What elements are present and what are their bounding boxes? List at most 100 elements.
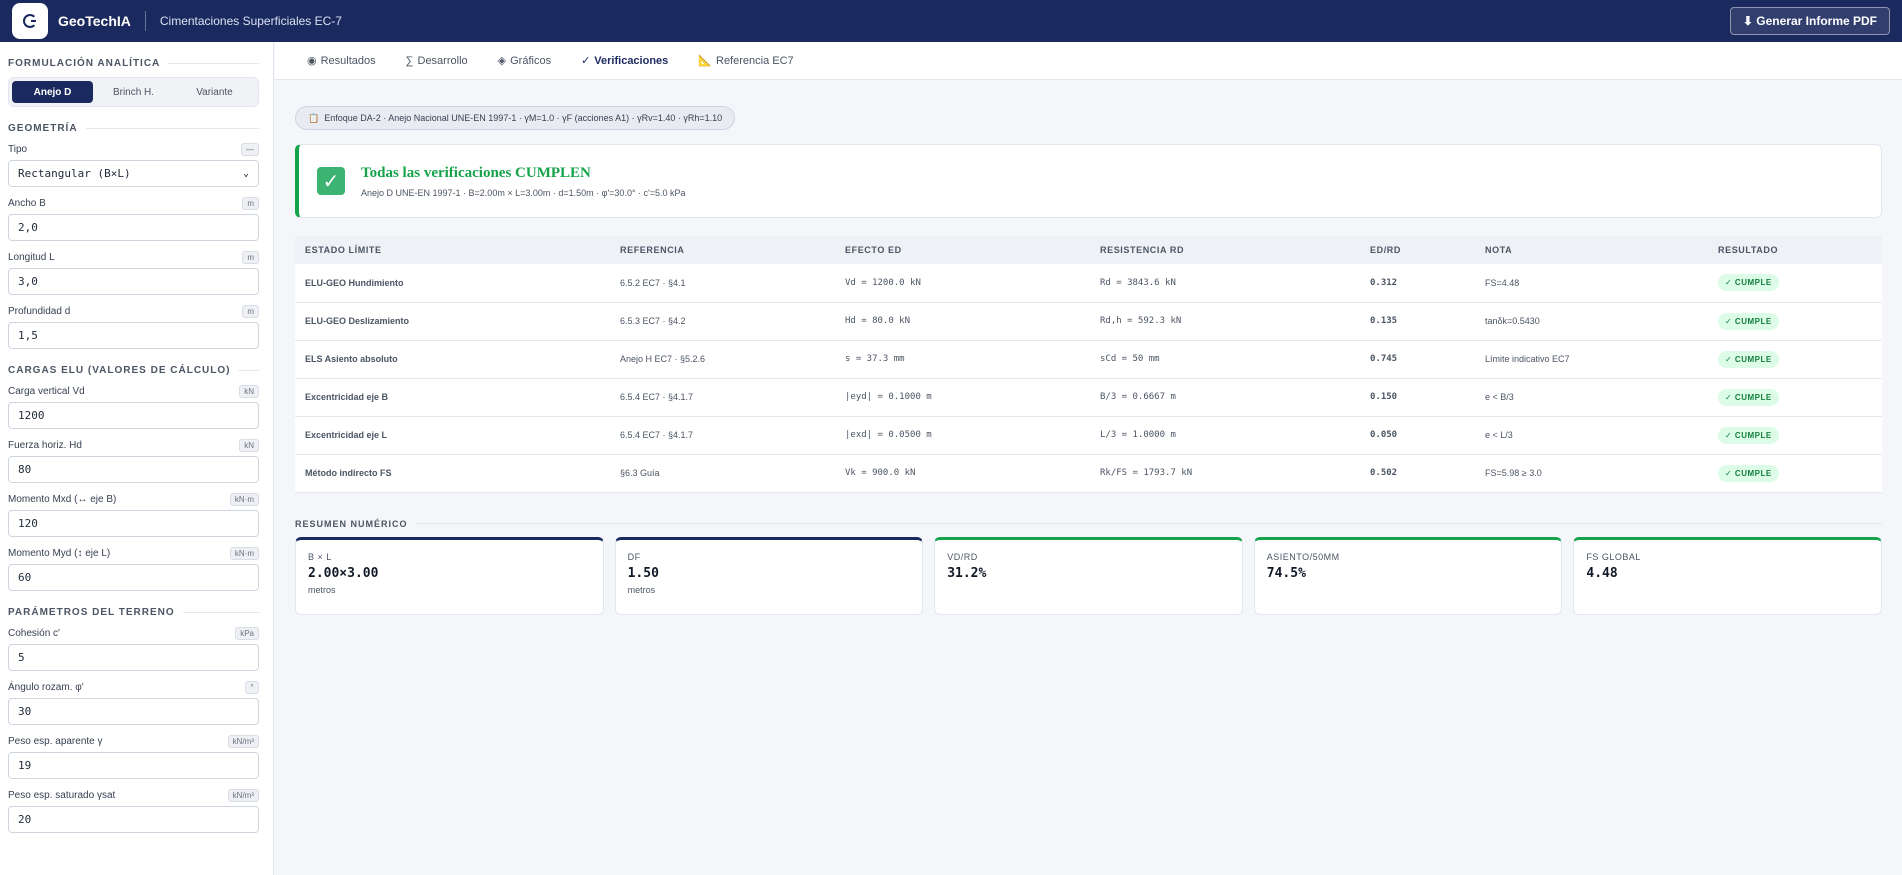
status-badge: ✓ CUMPLE [1718, 350, 1779, 368]
peso-saturado-input[interactable]: 20 [8, 806, 259, 833]
tab-desarrollo-label: Desarrollo [417, 54, 468, 67]
col-resistencia-rd: RESISTENCIA RD [1090, 236, 1360, 264]
row-estado: Excentricidad eje B [295, 378, 610, 417]
card-value: 2.00×3.00 [308, 565, 379, 581]
tipo-label-text: Tipo [8, 143, 28, 155]
row-estado: ELU-GEO Deslizamiento [295, 302, 610, 341]
tab-resultados-label: Resultados [320, 54, 376, 67]
card-value: 1.50 [627, 565, 659, 581]
verification-table: ESTADO LÍMITE REFERENCIA EFECTO ED RESIS… [295, 236, 1882, 493]
peso-saturado-unit-badge: kN/m³ [227, 788, 259, 802]
angulo-input[interactable]: 30 [8, 698, 259, 725]
row-resistencia: sCd = 50 mm [1090, 340, 1360, 379]
mxd-input[interactable]: 120 [8, 510, 259, 537]
diamond-icon: ◈ [497, 55, 507, 67]
hd-unit-badge: kN [239, 438, 259, 452]
sigma-icon: ∑ [405, 54, 414, 67]
row-resultado-cell: ✓ CUMPLE [1708, 454, 1882, 493]
section-title-geometria: GEOMETRÍA [8, 123, 259, 134]
card-value: 4.48 [1586, 565, 1618, 581]
clipboard-icon: 📋 [308, 112, 320, 123]
col-resultado: RESULTADO [1708, 236, 1882, 264]
longitud-input[interactable]: 3,0 [8, 268, 259, 295]
formulation-option-brinch-h[interactable]: Brinch H. [93, 81, 174, 103]
verification-summary-banner: ✓ Todas las verificaciones CUMPLEN Anejo… [295, 144, 1882, 218]
generate-pdf-button[interactable]: ⬇ Generar Informe PDF [1729, 7, 1890, 35]
vd-unit-badge: kN [239, 384, 259, 398]
card-label: FS Global [1586, 551, 1641, 562]
card-label: Vd/Rd [947, 551, 978, 562]
vd-input[interactable]: 1200 [8, 402, 259, 429]
myd-label: Momento Myd (↕ eje L) kN·m [8, 546, 259, 560]
peso-aparente-label-text: Peso esp. aparente γ [8, 735, 103, 747]
summary-card-vd-rd: Vd/Rd 31.2% [934, 536, 1243, 615]
summary-card-bxl: B × L 2.00×3.00 metros [295, 536, 604, 615]
row-nota: Límite indicativo EC7 [1475, 340, 1708, 379]
row-referencia: 6.5.2 EC7 · §4.1 [610, 264, 835, 303]
tab-desarrollo[interactable]: ∑ Desarrollo [406, 42, 468, 79]
row-resistencia: B/3 = 0.6667 m [1090, 378, 1360, 417]
cohesion-input[interactable]: 5 [8, 644, 259, 671]
tab-verificaciones[interactable]: ✓ Verificaciones [581, 42, 668, 79]
mxd-label: Momento Mxd (↔ eje B) kN·m [8, 492, 259, 506]
profundidad-label: Profundidad d m [8, 304, 259, 318]
row-estado: ELS Asiento absoluto [295, 340, 610, 379]
ancho-unit-badge: m [242, 196, 259, 210]
tab-resultados[interactable]: ◉ Resultados [307, 42, 376, 79]
row-efecto: s = 37.3 mm [835, 340, 1090, 379]
row-referencia: Anejo H EC7 · §5.2.6 [610, 340, 835, 379]
vd-label: Carga vertical Vd kN [8, 384, 259, 398]
row-efecto: |eyd| = 0.1000 m [835, 378, 1090, 417]
tipo-select[interactable]: Rectangular (B×L) ⌄ [8, 160, 259, 187]
verificaciones-content: 📋 Enfoque DA-2 · Anejo Nacional UNE-EN 19… [295, 106, 1882, 615]
row-nota: tanδk=0.5430 [1475, 302, 1708, 341]
table-header-row: ESTADO LÍMITE REFERENCIA EFECTO ED RESIS… [295, 236, 1882, 264]
status-badge: ✓ CUMPLE [1718, 312, 1779, 330]
hd-input[interactable]: 80 [8, 456, 259, 483]
angulo-unit-badge: ° [245, 680, 259, 694]
ruler-icon: 📐 [698, 55, 712, 67]
logo-icon [23, 14, 37, 28]
myd-input[interactable]: 60 [8, 564, 259, 591]
hd-label-text: Fuerza horiz. Hd [8, 439, 82, 451]
col-referencia: REFERENCIA [610, 236, 835, 264]
formulation-option-anejo-d[interactable]: Anejo D [12, 81, 93, 103]
chevron-down-icon: ⌄ [242, 168, 249, 179]
row-nota: FS=4.48 [1475, 264, 1708, 303]
peso-aparente-input[interactable]: 19 [8, 752, 259, 779]
col-ed-rd: ED/RD [1360, 236, 1475, 264]
row-resultado-cell: ✓ CUMPLE [1708, 378, 1882, 417]
table-row: ELU-GEO Hundimiento 6.5.2 EC7 · §4.1 Vd … [295, 264, 1882, 303]
row-ratio: 0.150 [1360, 378, 1475, 417]
vd-label-text: Carga vertical Vd [8, 385, 85, 397]
tab-referencia-ec7[interactable]: 📐 Referencia EC7 [698, 42, 793, 79]
row-referencia: §6.3 Guía [610, 454, 835, 493]
row-estado: Método indirecto FS [295, 454, 610, 493]
ancho-input[interactable]: 2,0 [8, 214, 259, 241]
card-label: B × L [308, 551, 332, 562]
tab-graficos-label: Gráficos [510, 54, 552, 67]
mxd-unit-badge: kN·m [229, 492, 259, 506]
app-subtitle: Cimentaciones Superficiales EC-7 [159, 14, 342, 28]
profundidad-input[interactable]: 1,5 [8, 322, 259, 349]
formulation-option-variante[interactable]: Variante [174, 81, 255, 103]
tab-referencia-label: Referencia EC7 [716, 54, 794, 67]
peso-saturado-label-text: Peso esp. saturado γsat [8, 789, 116, 801]
longitud-label-text: Longitud L [8, 251, 55, 263]
status-badge: ✓ CUMPLE [1718, 426, 1779, 444]
status-badge: ✓ CUMPLE [1718, 274, 1779, 292]
cohesion-unit-badge: kPa [235, 626, 259, 640]
app-logo[interactable] [12, 3, 48, 39]
row-referencia: 6.5.4 EC7 · §4.1.7 [610, 378, 835, 417]
tab-graficos[interactable]: ◈ Gráficos [498, 42, 551, 79]
table-row: ELS Asiento absoluto Anejo H EC7 · §5.2.… [295, 340, 1882, 379]
profundidad-unit-badge: m [242, 304, 259, 318]
app-name: GeoTechIA [58, 13, 131, 29]
header-divider [144, 11, 146, 31]
row-efecto: |exd| = 0.0500 m [835, 416, 1090, 455]
card-value: 31.2% [947, 565, 987, 581]
ancho-label: Ancho B m [8, 196, 259, 210]
col-estado-limite: ESTADO LÍMITE [295, 236, 610, 264]
row-resistencia: Rd = 3843.6 kN [1090, 264, 1360, 303]
row-efecto: Vk = 900.0 kN [835, 454, 1090, 493]
